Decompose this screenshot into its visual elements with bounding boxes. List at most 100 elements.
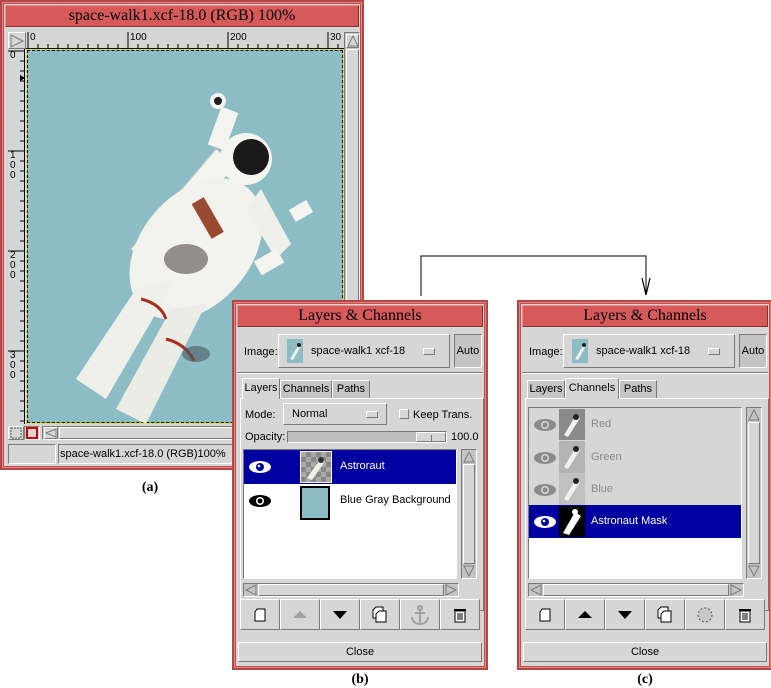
layers-horizontal-scrollbar[interactable]	[243, 583, 459, 597]
duplicate-channel-button[interactable]	[645, 599, 685, 630]
tab-panel: Mode: Normal Keep Trans. Opacity: 100.0 …	[240, 398, 484, 611]
image-menu[interactable]: space-walk1 xcf-18	[278, 334, 450, 368]
image-label: Image:	[529, 346, 563, 358]
tab-channels[interactable]: Channels	[565, 378, 619, 399]
dialog-title[interactable]: Layers & Channels	[522, 305, 768, 327]
quick-mask-on-button[interactable]	[24, 426, 40, 440]
scroll-thumb[interactable]	[258, 584, 444, 596]
channel-row-astronaut-mask[interactable]: Astronaut Mask	[529, 505, 741, 538]
delete-layer-button[interactable]	[440, 599, 480, 630]
duplicate-layer-button[interactable]	[360, 599, 400, 630]
separator	[237, 372, 483, 374]
close-button[interactable]: Close	[523, 642, 767, 662]
scroll-right-button[interactable]	[729, 584, 743, 598]
tab-panel: Red Green Blue Astronaut Mask	[525, 398, 769, 611]
scroll-right-button[interactable]	[444, 584, 458, 598]
image-window-title[interactable]: space-walk1.xcf-18.0 (RGB) 100%	[5, 5, 359, 27]
ruler-h-tick-200: 200	[230, 32, 247, 43]
layer-row-background[interactable]: Blue Gray Background	[244, 484, 456, 520]
arrow-up-icon	[748, 408, 760, 421]
quick-mask-off-button[interactable]	[8, 426, 24, 440]
channel-name: Red	[591, 418, 612, 430]
mode-menu[interactable]: Normal	[283, 403, 387, 425]
eye-icon[interactable]	[248, 493, 272, 509]
delete-channel-button[interactable]	[725, 599, 765, 630]
scroll-thumb[interactable]	[463, 464, 475, 564]
opacity-slider[interactable]	[287, 431, 447, 443]
eye-icon[interactable]	[533, 417, 557, 433]
opacity-label: Opacity:	[245, 431, 286, 443]
layer-row-astronaut[interactable]: Astroraut	[244, 450, 456, 484]
channel-row-red[interactable]: Red	[529, 408, 741, 441]
raise-channel-icon	[578, 610, 592, 618]
tab-layers[interactable]: Layers	[527, 380, 565, 398]
channels-list[interactable]: Red Green Blue Astronaut Mask	[528, 407, 742, 579]
close-button[interactable]: Close	[238, 642, 482, 662]
tab-paths[interactable]: Paths	[619, 380, 657, 398]
scroll-up-button[interactable]	[747, 408, 761, 422]
vertical-ruler[interactable]: 0 100 200 300	[8, 49, 25, 424]
new-layer-icon	[254, 608, 266, 621]
arrow-down-icon	[463, 565, 475, 578]
new-layer-button[interactable]	[240, 599, 280, 630]
option-menu-indicator-icon	[366, 411, 378, 418]
scroll-down-button[interactable]	[462, 564, 476, 578]
new-channel-button[interactable]	[525, 599, 565, 630]
auto-button[interactable]: Auto	[454, 334, 482, 368]
ruler-h-tick-100: 100	[130, 32, 147, 43]
tab-paths[interactable]: Paths	[332, 380, 370, 398]
tab-channels[interactable]: Channels	[280, 380, 332, 398]
channels-horizontal-scrollbar[interactable]	[528, 583, 744, 597]
opacity-value: 100.0	[451, 431, 479, 443]
scroll-left-button[interactable]	[244, 584, 258, 598]
layer-thumbnail-astronaut	[300, 451, 332, 483]
channel-button-row	[525, 599, 765, 631]
scroll-down-button[interactable]	[747, 564, 761, 578]
lower-layer-icon	[333, 610, 347, 619]
anchor-layer-button[interactable]	[400, 599, 440, 630]
keep-trans-label: Keep Trans.	[413, 409, 473, 421]
ruler-v-tick-300: 300	[10, 350, 16, 381]
status-cursor-field	[8, 444, 56, 464]
horizontal-ruler[interactable]: 0 100 200 30	[26, 32, 344, 49]
scroll-thumb[interactable]	[543, 584, 729, 596]
eye-icon[interactable]	[248, 459, 272, 475]
scroll-up-button[interactable]	[346, 34, 359, 48]
anchor-layer-icon	[411, 604, 429, 625]
image-thumbnail	[572, 339, 588, 363]
channel-row-green[interactable]: Green	[529, 441, 741, 473]
eye-icon[interactable]	[533, 450, 557, 466]
checkbox-icon	[399, 409, 409, 419]
channel-thumbnail-mask	[559, 506, 585, 537]
image-menu[interactable]: space-walk1 xcf-18	[563, 334, 735, 368]
layers-vertical-scrollbar[interactable]	[461, 449, 477, 579]
channel-row-blue[interactable]: Blue	[529, 473, 741, 505]
channels-vertical-scrollbar[interactable]	[746, 407, 762, 579]
eye-icon[interactable]	[533, 514, 557, 530]
keep-trans-checkbox[interactable]: Keep Trans.	[399, 409, 472, 421]
raise-channel-button[interactable]	[565, 599, 605, 630]
raise-layer-icon	[293, 610, 307, 618]
layers-list[interactable]: Astroraut Blue Gray Background	[243, 449, 457, 579]
ruler-menu-button[interactable]	[8, 32, 26, 49]
scroll-left-button[interactable]	[529, 584, 543, 598]
auto-button[interactable]: Auto	[739, 334, 767, 368]
scroll-left-button[interactable]	[44, 427, 58, 439]
channel-name: Green	[591, 451, 622, 463]
scroll-up-button[interactable]	[462, 450, 476, 464]
scroll-thumb[interactable]	[748, 422, 760, 564]
lower-channel-button[interactable]	[605, 599, 645, 630]
ruler-h-tick-0: 0	[30, 32, 36, 43]
eye-icon[interactable]	[533, 482, 557, 498]
image-label: Image:	[244, 346, 278, 358]
channel-to-selection-button[interactable]	[685, 599, 725, 630]
mode-value: Normal	[292, 408, 328, 420]
arrow-right-icon	[730, 584, 743, 596]
lower-layer-button[interactable]	[320, 599, 360, 630]
opacity-slider-thumb[interactable]	[416, 432, 446, 442]
dialog-title[interactable]: Layers & Channels	[237, 305, 483, 327]
tab-layers[interactable]: Layers	[242, 378, 280, 399]
raise-layer-button[interactable]	[280, 599, 320, 630]
ruler-v-tick-200: 200	[10, 250, 16, 281]
channel-thumbnail-blue	[559, 473, 585, 505]
